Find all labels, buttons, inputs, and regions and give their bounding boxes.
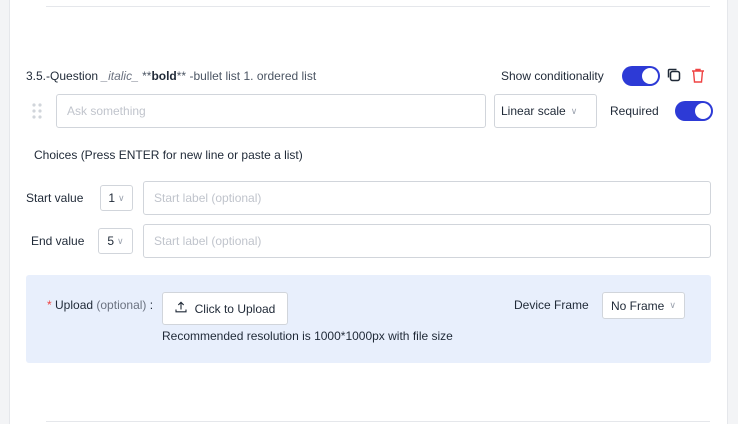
required-mark: * (47, 298, 52, 312)
upload-optional: (optional) (96, 298, 147, 312)
bold-suffix: ** (176, 69, 187, 83)
italic-sample: _italic_ (101, 69, 139, 83)
upload-icon (175, 301, 187, 316)
bottom-divider (46, 421, 710, 422)
chevron-down-icon: ∨ (669, 300, 676, 310)
upload-label: * Upload (optional) : (47, 298, 153, 312)
upload-button-label: Click to Upload (194, 301, 276, 316)
bold-sample: bold (151, 69, 177, 83)
chevron-down-icon: ∨ (118, 192, 125, 203)
end-label-input[interactable]: Start label (optional) (143, 224, 711, 258)
upload-title: Upload (55, 298, 94, 312)
question-input-placeholder: Ask something (67, 104, 146, 118)
question-title[interactable]: 3.5.-Question _italic_ **bold** -bullet … (26, 69, 316, 83)
delete-icon[interactable] (690, 67, 706, 89)
click-to-upload-button[interactable]: Click to Upload (162, 292, 288, 325)
device-frame-label: Device Frame (514, 298, 589, 312)
end-value-select[interactable]: 5 ∨ (98, 228, 133, 254)
question-input[interactable]: Ask something (56, 94, 486, 128)
question-card: 3.5.-Question _italic_ **bold** -bullet … (9, 0, 728, 424)
start-value-label: Start value (26, 191, 84, 205)
end-label-placeholder: Start label (optional) (154, 234, 262, 248)
show-conditionality-toggle[interactable] (622, 66, 660, 86)
upload-panel: * Upload (optional) : Click to Upload Re… (26, 275, 711, 363)
required-toggle[interactable] (675, 101, 713, 121)
question-type-select[interactable]: Linear scale ∨ (494, 94, 597, 128)
chevron-down-icon: ∨ (570, 105, 578, 116)
upload-hint: Recommended resolution is 1000*1000px wi… (162, 329, 453, 343)
end-value-label: End value (31, 234, 85, 248)
required-label: Required (610, 104, 659, 118)
upload-colon: : (149, 298, 154, 312)
copy-icon[interactable] (666, 67, 682, 88)
end-value: 5 (107, 234, 115, 248)
show-conditionality-label: Show conditionality (501, 69, 604, 83)
drag-handle-icon[interactable] (32, 103, 42, 124)
choices-hint: Choices (Press ENTER for new line or pas… (34, 148, 303, 162)
toggle-knob (642, 68, 658, 84)
device-frame-select[interactable]: No Frame ∨ (602, 292, 685, 319)
start-label-input[interactable]: Start label (optional) (143, 181, 711, 215)
question-word: Question (50, 69, 99, 83)
toggle-knob (695, 103, 711, 119)
list-sample: -bullet list 1. ordered list (189, 69, 317, 83)
start-value-select[interactable]: 1 ∨ (100, 185, 133, 211)
question-type-value: Linear scale (501, 104, 566, 118)
device-frame-value: No Frame (611, 298, 665, 313)
chevron-down-icon: ∨ (117, 235, 124, 246)
start-value: 1 (108, 191, 116, 205)
start-label-placeholder: Start label (optional) (154, 191, 262, 205)
top-divider (46, 6, 710, 7)
question-number: 3.5.- (26, 69, 51, 83)
